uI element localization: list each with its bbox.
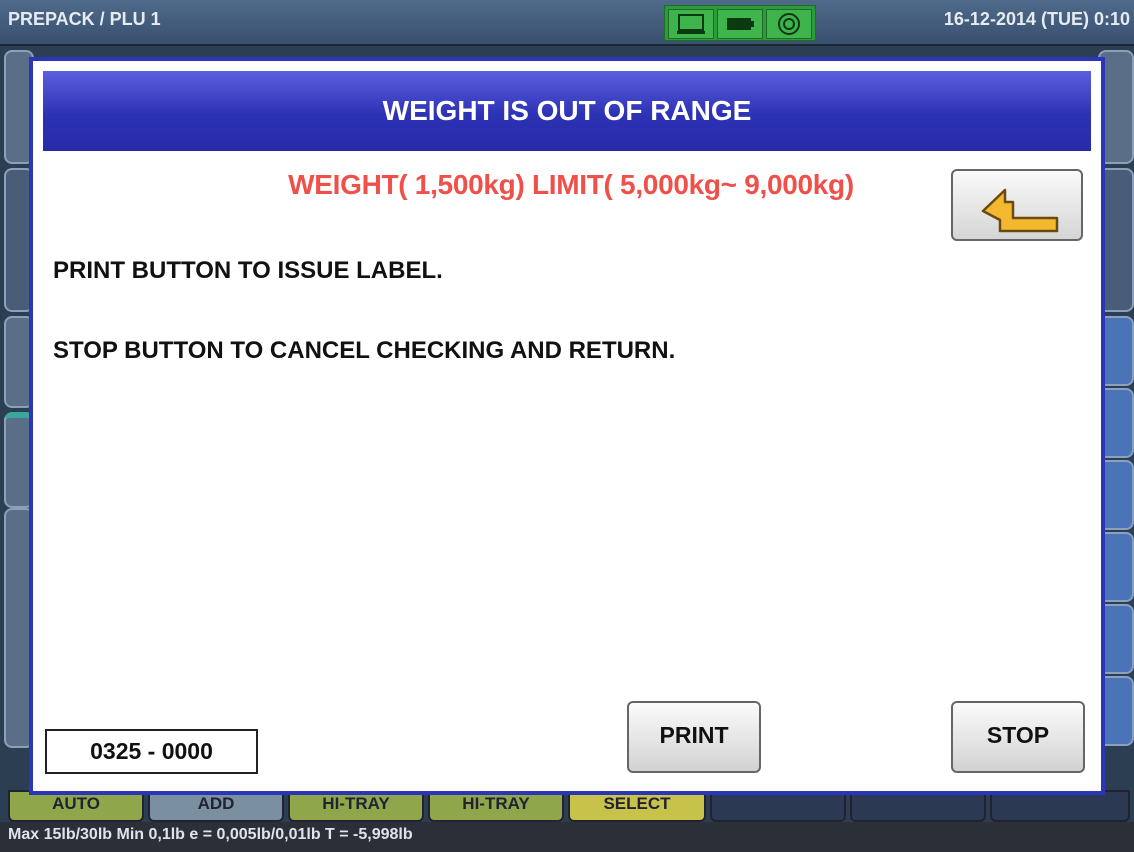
weight-out-of-range-dialog: WEIGHT IS OUT OF RANGE WEIGHT( 1,500kg) … [29, 57, 1105, 795]
print-instruction: PRINT BUTTON TO ISSUE LABEL. [53, 257, 443, 284]
battery-icon [717, 9, 763, 39]
weight-limit-text: WEIGHT( 1,500kg) LIMIT( 5,000kg~ 9,000kg… [288, 169, 854, 200]
plu-code: 0325 - 0000 [45, 729, 258, 774]
return-arrow-icon [953, 188, 1081, 243]
monitor-icon [668, 9, 714, 39]
status-icons [664, 5, 816, 41]
stop-instruction: STOP BUTTON TO CANCEL CHECKING AND RETUR… [53, 337, 676, 364]
print-button[interactable]: PRINT [627, 701, 761, 773]
top-status-bar: PREPACK / PLU 1 16-12-2014 (TUE) 0:10 [0, 0, 1134, 46]
network-icon [766, 9, 812, 39]
dialog-title: WEIGHT IS OUT OF RANGE [43, 71, 1091, 151]
scale-spec-text: Max 15lb/30lb Min 0,1lb e = 0,005lb/0,01… [8, 826, 413, 843]
stop-button[interactable]: STOP [951, 701, 1085, 773]
scale-spec-footer: Max 15lb/30lb Min 0,1lb e = 0,005lb/0,01… [0, 822, 1134, 852]
date-time: 16-12-2014 (TUE) 0:10 [943, 9, 1130, 29]
screen-title: PREPACK / PLU 1 [8, 9, 161, 29]
return-button[interactable] [951, 169, 1083, 241]
